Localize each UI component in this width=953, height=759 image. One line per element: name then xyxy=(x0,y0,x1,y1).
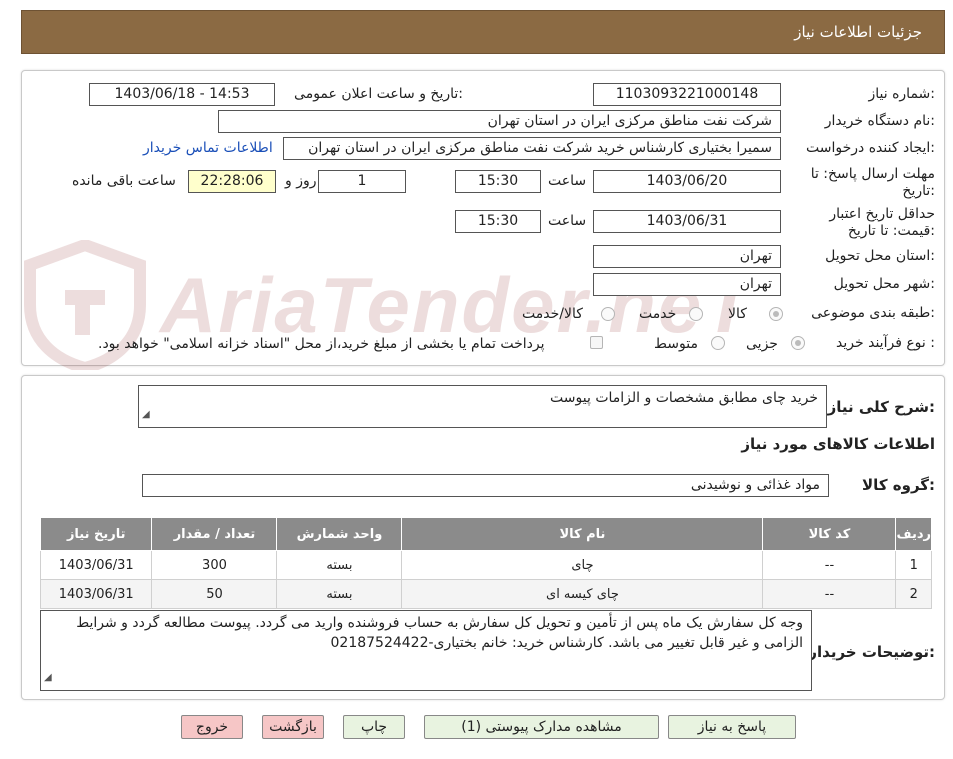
general-desc-field: خرید چای مطابق مشخصات و الزامات پیوست ◢ xyxy=(138,385,827,428)
category-goods-radio[interactable] xyxy=(769,307,783,321)
resize-grip-icon[interactable]: ◢ xyxy=(142,405,150,425)
announce-date-field: 1403/06/18 - 14:53 xyxy=(89,83,275,106)
need-number-field: 1103093221000148 xyxy=(593,83,781,106)
buyer-notes-field: وجه کل سفارش یک ماه پس از تأمین و تحویل … xyxy=(40,610,812,691)
days-label: روز و xyxy=(285,173,317,189)
cell-name: چای xyxy=(401,550,764,580)
need-number-label: شماره نیاز: xyxy=(868,86,935,102)
category-goods-service-label: کالا/خدمت xyxy=(522,306,583,322)
province-label: استان محل تحویل: xyxy=(825,248,935,264)
general-desc-label: شرح کلی نیاز: xyxy=(827,398,935,416)
cell-name: چای کیسه ای xyxy=(401,579,764,609)
reply-time-field: 15:30 xyxy=(455,170,541,193)
cell-qty: 50 xyxy=(151,579,278,609)
page-title: جزئیات اطلاعات نیاز xyxy=(794,23,922,41)
city-label: شهر محل تحویل: xyxy=(833,276,935,292)
col-date: تاریخ نیاز xyxy=(39,517,153,551)
general-desc-text: خرید چای مطابق مشخصات و الزامات پیوست xyxy=(550,390,818,406)
cell-code: -- xyxy=(762,579,897,609)
cell-qty: 300 xyxy=(151,550,278,580)
buyer-notes-label: توضیحات خریدار: xyxy=(808,643,935,661)
purchase-type-minor-radio[interactable] xyxy=(791,336,805,350)
purchase-type-medium-label: متوسط xyxy=(654,336,698,352)
col-unit: واحد شمارش xyxy=(276,517,403,551)
resize-grip-icon[interactable]: ◢ xyxy=(44,668,52,688)
validity-date-field: 1403/06/31 xyxy=(593,210,781,233)
goods-group-field: مواد غذائی و نوشیدنی xyxy=(142,474,829,497)
goods-info-title: اطلاعات کالاهای مورد نیاز xyxy=(741,435,935,453)
treasury-payment-note: پرداخت تمام یا بخشی از مبلغ خرید،از محل … xyxy=(98,336,545,352)
category-goods-service-radio[interactable] xyxy=(601,307,615,321)
page-header: جزئیات اطلاعات نیاز xyxy=(21,10,945,54)
announce-date-label: تاریخ و ساعت اعلان عمومی: xyxy=(294,86,463,102)
creator-field: سمیرا بختیاری کارشناس خرید شرکت نفت مناط… xyxy=(283,137,781,160)
goods-group-label: گروه کالا: xyxy=(862,476,935,494)
cell-unit: بسته xyxy=(276,550,403,580)
cell-row: 2 xyxy=(895,579,932,609)
goods-table: ردیف کد کالا نام کالا واحد شمارش تعداد /… xyxy=(39,517,932,609)
cell-date: 1403/06/31 xyxy=(39,550,153,580)
remaining-time-field: 22:28:06 xyxy=(188,170,276,193)
col-code: کد کالا xyxy=(762,517,897,551)
col-qty: تعداد / مقدار xyxy=(151,517,278,551)
cell-code: -- xyxy=(762,550,897,580)
validity-label-2: قیمت: تا تاریخ: xyxy=(847,223,935,239)
back-button[interactable]: بازگشت xyxy=(262,715,324,739)
validity-time-field: 15:30 xyxy=(455,210,541,233)
buyer-notes-text: وجه کل سفارش یک ماه پس از تأمین و تحویل … xyxy=(76,615,803,651)
col-row: ردیف xyxy=(895,517,932,551)
category-service-label: خدمت xyxy=(639,306,677,322)
reply-date-field: 1403/06/20 xyxy=(593,170,781,193)
goods-table-wrap: ردیف کد کالا نام کالا واحد شمارش تعداد /… xyxy=(39,517,932,609)
city-field: تهران xyxy=(593,273,781,296)
print-button[interactable]: چاپ xyxy=(343,715,405,739)
cell-row: 1 xyxy=(895,550,932,580)
province-field: تهران xyxy=(593,245,781,268)
exit-button[interactable]: خروج xyxy=(181,715,243,739)
purchase-type-medium-radio[interactable] xyxy=(711,336,725,350)
table-row: 2 -- چای کیسه ای بسته 50 1403/06/31 xyxy=(39,579,932,609)
treasury-payment-checkbox[interactable] xyxy=(590,336,603,349)
buyer-org-label: نام دستگاه خریدار: xyxy=(824,113,935,129)
table-row: 1 -- چای بسته 300 1403/06/31 xyxy=(39,550,932,580)
reply-deadline-label-2: تاریخ: xyxy=(902,183,935,199)
col-name: نام کالا xyxy=(401,517,764,551)
reply-deadline-label: مهلت ارسال پاسخ: تا xyxy=(810,166,935,182)
category-service-radio[interactable] xyxy=(689,307,703,321)
view-attachments-button[interactable]: مشاهده مدارک پیوستی (1) xyxy=(424,715,659,739)
cell-unit: بسته xyxy=(276,579,403,609)
remaining-time-label: ساعت باقی مانده xyxy=(72,173,176,189)
buyer-org-field: شرکت نفت مناطق مرکزی ایران در استان تهرا… xyxy=(218,110,781,133)
goods-table-header: ردیف کد کالا نام کالا واحد شمارش تعداد /… xyxy=(39,517,932,551)
creator-label: ایجاد کننده درخواست: xyxy=(806,140,935,156)
days-remaining-field: 1 xyxy=(318,170,406,193)
validity-label: حداقل تاریخ اعتبار xyxy=(829,206,935,222)
category-label: طبقه بندی موضوعی: xyxy=(811,305,935,321)
validity-time-label: ساعت xyxy=(548,213,587,229)
reply-time-label: ساعت xyxy=(548,173,587,189)
purchase-type-minor-label: جزیی xyxy=(746,336,778,352)
cell-date: 1403/06/31 xyxy=(39,579,153,609)
buyer-contact-link[interactable]: اطلاعات تماس خریدار xyxy=(143,140,273,156)
purchase-type-label: نوع فرآیند خرید : xyxy=(836,335,935,351)
category-goods-label: کالا xyxy=(728,306,747,322)
reply-button[interactable]: پاسخ به نیاز xyxy=(668,715,796,739)
